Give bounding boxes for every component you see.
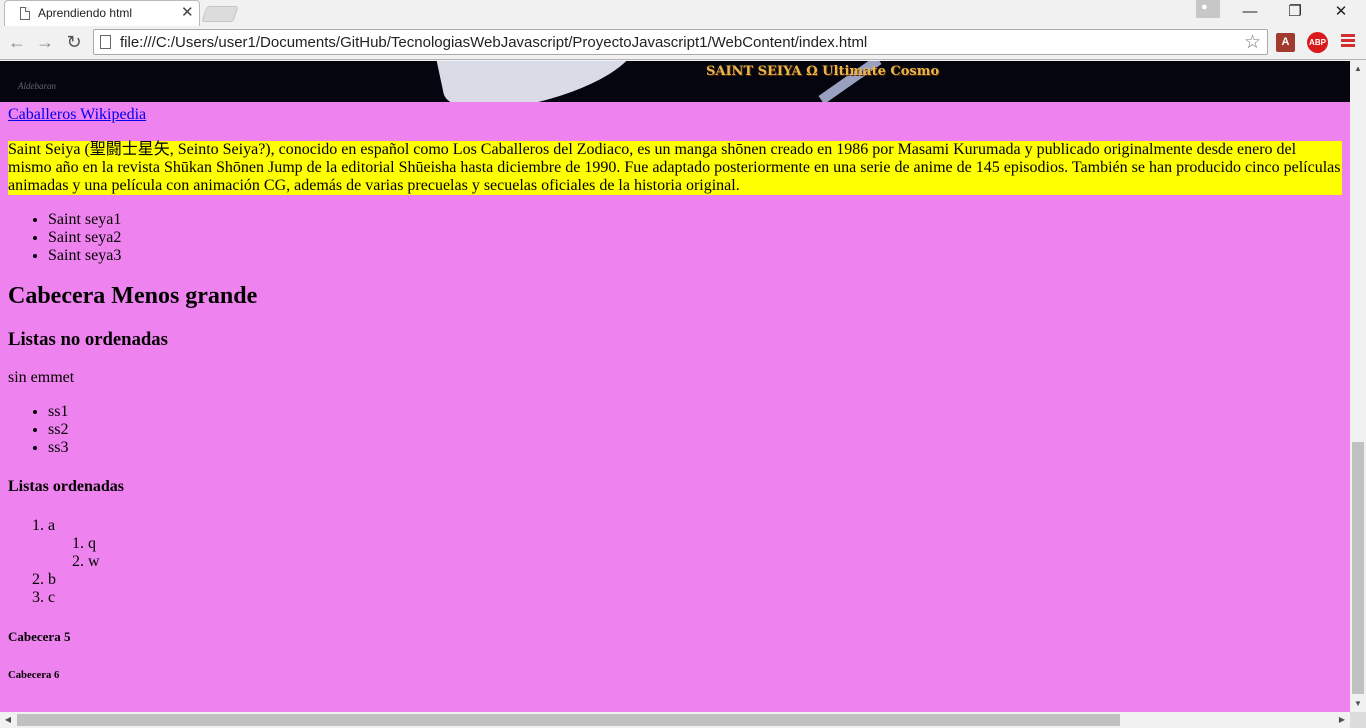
minimize-button[interactable]: — (1227, 0, 1273, 24)
scrollbar-corner (1350, 712, 1366, 728)
plain-text: sin emmet (8, 369, 75, 386)
nested-ordered-list: q w (48, 535, 1342, 571)
menu-icon[interactable] (1341, 34, 1355, 49)
list-item: q (88, 535, 1342, 553)
page-content: Caballeros Wikipedia Saint Seiya (聖闘士星矢,… (8, 106, 1342, 707)
tab-aprendiendo-html[interactable]: Aprendiendo html ✕ (4, 0, 200, 26)
adblock-extension-icon[interactable]: ABP (1307, 32, 1328, 53)
list-item: w (88, 553, 1342, 571)
saint-seiya-list: Saint seya1 Saint seya2 Saint seya3 (8, 211, 1342, 265)
heading-3: Listas no ordenadas (8, 329, 168, 350)
list-item: ss1 (48, 403, 1342, 421)
intro-paragraph: Saint Seiya (聖闘士星矢, Seinto Seiya?), cono… (8, 141, 1342, 195)
profile-button[interactable]: ● (1196, 0, 1220, 18)
vertical-scrollbar[interactable]: ▲ ▼ (1350, 61, 1366, 712)
list-item: ss3 (48, 439, 1342, 457)
scroll-left-arrow-icon[interactable]: ◀ (0, 712, 16, 728)
heading-5: Cabecera 5 (8, 629, 71, 644)
banner-image: Aldebaran SAINT SEIYA Ω Ultimate Cosmo (0, 61, 1350, 102)
heading-6: Cabecera 6 (8, 669, 60, 681)
address-bar[interactable]: file:///C:/Users/user1/Documents/GitHub/… (93, 29, 1268, 55)
person-icon: ● (1201, 1, 1208, 13)
browser-toolbar: ← → ↻ file:///C:/Users/user1/Documents/G… (0, 26, 1366, 60)
forward-arrow-icon[interactable]: → (34, 31, 56, 53)
list-item: ss2 (48, 421, 1342, 439)
scroll-down-arrow-icon[interactable]: ▼ (1350, 696, 1366, 712)
tab-title: Aprendiendo html (38, 6, 133, 20)
ordered-list: a q w b c (8, 517, 1342, 607)
list-item: Saint seya3 (48, 247, 1342, 265)
bookmark-star-icon[interactable]: ☆ (1244, 31, 1261, 54)
page-viewport: Aldebaran SAINT SEIYA Ω Ultimate Cosmo C… (0, 61, 1350, 712)
tab-close-icon[interactable]: ✕ (181, 4, 194, 22)
banner-logo: SAINT SEIYA Ω Ultimate Cosmo (706, 64, 940, 79)
list-item-label: a (48, 517, 56, 534)
horizontal-scroll-thumb[interactable] (17, 714, 1120, 726)
page-icon (100, 35, 111, 49)
list-item: c (48, 589, 1342, 607)
list-item: Saint seya1 (48, 211, 1342, 229)
vertical-scroll-thumb[interactable] (1352, 442, 1364, 694)
close-window-button[interactable]: ✕ (1318, 0, 1364, 24)
back-arrow-icon[interactable]: ← (6, 31, 28, 53)
list-item: b (48, 571, 1342, 589)
pdf-extension-icon[interactable]: A (1276, 33, 1295, 52)
heading-2: Cabecera Menos grande (8, 283, 258, 309)
list-item: Saint seya2 (48, 229, 1342, 247)
banner-art (434, 61, 646, 102)
unordered-list: ss1 ss2 ss3 (8, 403, 1342, 457)
banner-signature: Aldebaran (18, 81, 56, 91)
new-tab-button[interactable] (201, 6, 239, 22)
page-icon (20, 7, 30, 20)
url-text[interactable]: file:///C:/Users/user1/Documents/GitHub/… (120, 34, 867, 51)
heading-4: Listas ordenadas (8, 478, 125, 495)
tab-strip: Aprendiendo html ✕ ● — ❐ ✕ (0, 0, 1366, 26)
scroll-up-arrow-icon[interactable]: ▲ (1350, 61, 1366, 77)
horizontal-scrollbar[interactable]: ◀ ▶ (0, 712, 1350, 728)
restore-button[interactable]: ❐ (1272, 0, 1318, 24)
list-item: a q w (48, 517, 1342, 571)
reload-icon[interactable]: ↻ (63, 31, 85, 53)
scroll-right-arrow-icon[interactable]: ▶ (1334, 712, 1350, 728)
wikipedia-link[interactable]: Caballeros Wikipedia (8, 106, 146, 123)
